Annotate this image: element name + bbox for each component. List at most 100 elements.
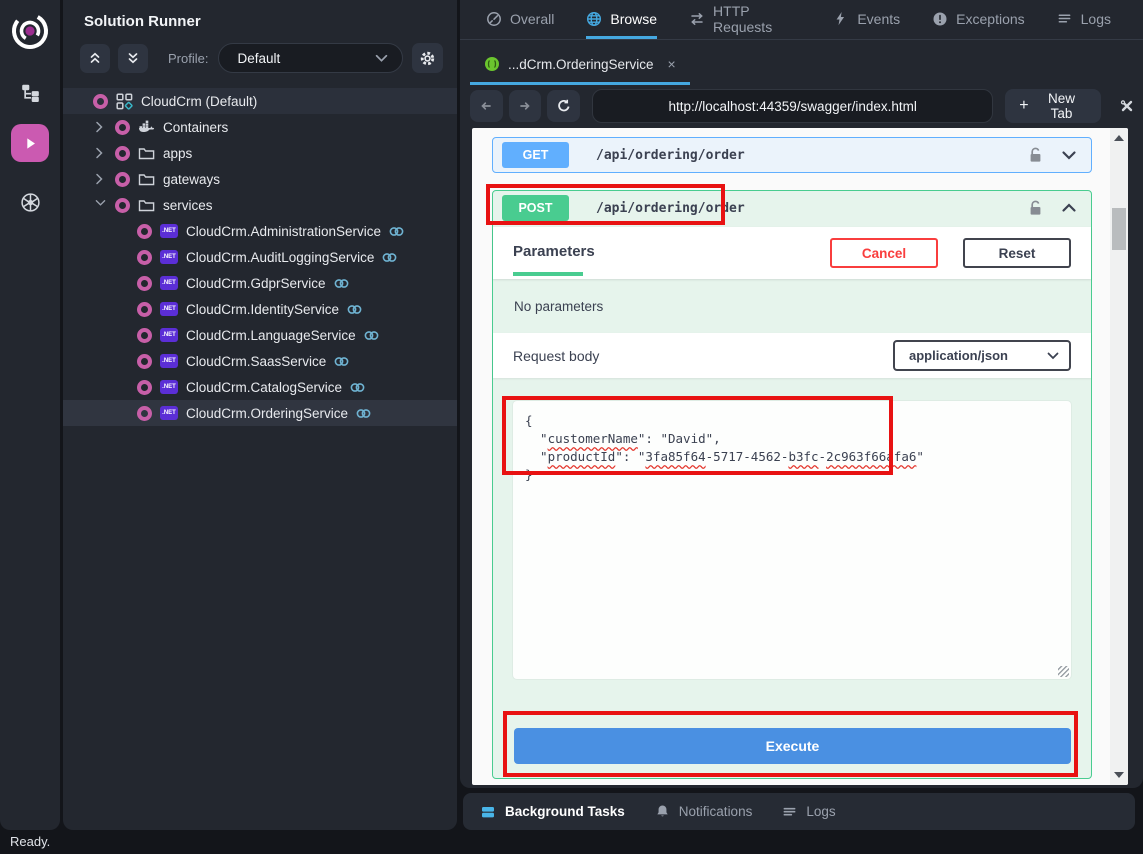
tree-service-ordering[interactable]: .NET CloudCrm.OrderingService [63,400,457,426]
link-icon[interactable] [346,301,363,318]
status-dot-icon [137,276,152,291]
bottom-item-label: Logs [806,804,835,819]
tab-events[interactable]: Events [833,0,900,39]
notifications-item[interactable]: Notifications [655,804,753,819]
content-scrollbar[interactable] [1110,128,1128,785]
parameters-tab[interactable]: Parameters [513,243,595,264]
status-dot-icon [137,354,152,369]
solution-tree-icon[interactable] [10,74,50,110]
opblock-get-header[interactable]: GET /api/ordering/order [493,138,1091,172]
folder-icon [138,197,155,214]
expand-all-button[interactable] [118,44,148,73]
tree-service-identity[interactable]: .NET CloudCrm.IdentityService [63,296,457,322]
browser-tab-title: ...dCrm.OrderingService [508,57,654,72]
tree-service-language[interactable]: .NET CloudCrm.LanguageService [63,322,457,348]
url-bar[interactable]: http://localhost:44359/swagger/index.htm… [592,89,993,123]
kubernetes-icon[interactable] [10,184,50,220]
link-icon[interactable] [355,405,372,422]
content-type-select[interactable]: application/json [893,340,1071,371]
tab-http-requests[interactable]: HTTP Requests [689,0,801,39]
status-dot-icon [137,302,152,317]
run-play-icon[interactable] [11,124,49,162]
tab-label: Events [857,11,900,27]
execute-button[interactable]: Execute [514,728,1071,764]
background-tasks-item[interactable]: Background Tasks [480,804,625,820]
link-icon[interactable] [388,223,405,240]
chevron-right-icon[interactable] [95,173,107,185]
profile-value: Default [237,51,280,66]
lock-open-icon[interactable] [1028,147,1043,164]
bottom-logs-item[interactable]: Logs [782,804,835,819]
browser-tab-strip: ...dCrm.OrderingService × [460,40,1143,85]
no-parameters-text: No parameters [493,279,1091,333]
chevron-down-icon [1047,352,1059,360]
folder-icon [138,145,155,162]
dotnet-badge-icon: .NET [160,250,178,264]
opblock-post-header[interactable]: POST /api/ordering/order [493,191,1091,225]
service-label: CloudCrm.SaasService [186,354,326,369]
dotnet-badge-icon: .NET [160,328,178,342]
tab-label: Overall [510,11,554,27]
request-body-label: Request body [513,348,599,364]
tree-service-administration[interactable]: .NET CloudCrm.AdministrationService [63,218,457,244]
lock-open-icon[interactable] [1028,200,1043,217]
dotnet-badge-icon: .NET [160,354,178,368]
chevron-right-icon[interactable] [95,147,107,159]
new-tab-button[interactable]: + New Tab [1005,89,1101,123]
tab-overall[interactable]: Overall [486,0,554,39]
request-body-header: Request body application/json [493,333,1091,378]
link-icon[interactable] [349,379,366,396]
active-tab-underline [513,272,583,276]
opblock-post: POST /api/ordering/order Parameters Canc… [492,190,1092,779]
tab-label: Exceptions [956,11,1024,27]
tree-folder-containers[interactable]: Containers [63,114,457,140]
activity-rail [0,0,60,830]
dotnet-badge-icon: .NET [160,380,178,394]
stacked-tasks-icon [480,804,496,820]
link-icon[interactable] [333,275,350,292]
chevron-right-icon[interactable] [95,121,107,133]
scroll-down-arrow-icon[interactable] [1114,772,1124,778]
dev-tools-icon[interactable] [1111,90,1143,122]
tree-service-gdpr[interactable]: .NET CloudCrm.GdprService [63,270,457,296]
status-dot-icon [137,224,152,239]
chevron-down-icon[interactable] [95,199,107,211]
refresh-button[interactable] [547,90,580,122]
chevron-up-icon[interactable] [1059,198,1079,218]
service-label: CloudCrm.OrderingService [186,406,348,421]
close-icon[interactable]: × [668,56,676,72]
tree-root-cloudcrm[interactable]: CloudCrm (Default) [63,88,457,114]
chevron-down-icon[interactable] [1059,145,1079,165]
tab-browse[interactable]: Browse [586,0,657,39]
scroll-up-arrow-icon[interactable] [1114,135,1124,141]
profile-select[interactable]: Default [218,43,403,73]
tree-folder-apps[interactable]: apps [63,140,457,166]
tree-folder-gateways[interactable]: gateways [63,166,457,192]
settings-gear-icon[interactable] [412,43,443,73]
scrollbar-thumb[interactable] [1112,208,1126,250]
link-icon[interactable] [363,327,380,344]
tree-service-saas[interactable]: .NET CloudCrm.SaasService [63,348,457,374]
collapse-all-button[interactable] [80,44,110,73]
cancel-button[interactable]: Cancel [830,238,938,268]
service-label: CloudCrm.IdentityService [186,302,339,317]
main-panel: Overall Browse HTTP Requests Events Exce… [460,0,1143,788]
back-button[interactable] [470,90,503,122]
link-icon[interactable] [333,353,350,370]
browser-tab-orderingservice[interactable]: ...dCrm.OrderingService × [470,46,690,85]
speedometer-icon [486,11,502,27]
method-badge-post: POST [502,195,569,221]
tree-service-auditlogging[interactable]: .NET CloudCrm.AuditLoggingService [63,244,457,270]
tree-folder-label: Containers [163,120,228,135]
status-dot-icon [93,94,108,109]
link-icon[interactable] [381,249,398,266]
request-body-editor[interactable]: { "customerName": "David", "productId": … [513,401,1071,679]
tree-folder-services[interactable]: services [63,192,457,218]
reset-button[interactable]: Reset [963,238,1071,268]
bottom-item-label: Notifications [679,804,753,819]
tab-exceptions[interactable]: Exceptions [932,0,1024,39]
lines-icon [1057,11,1073,27]
tree-service-catalog[interactable]: .NET CloudCrm.CatalogService [63,374,457,400]
tab-logs[interactable]: Logs [1057,0,1111,39]
forward-button[interactable] [509,90,542,122]
